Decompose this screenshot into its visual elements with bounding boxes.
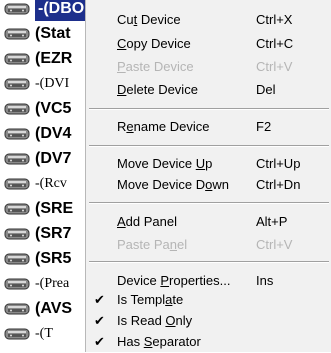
checkmark-icon: ✔ <box>94 313 105 328</box>
checkmark-icon: ✔ <box>94 292 105 307</box>
device-rack-icon <box>4 27 30 41</box>
tree-item-label: (DV7 <box>35 150 72 167</box>
tree-item-label: (DV4 <box>35 125 72 142</box>
device-rack-icon <box>4 327 30 341</box>
device-rack-icon <box>4 77 30 91</box>
menu-item-has-separator[interactable]: ✔ Has Separator <box>86 331 331 353</box>
shortcut-cut: Ctrl+X <box>256 12 293 27</box>
device-rack-icon <box>4 252 30 266</box>
shortcut-move-down: Ctrl+Dn <box>256 177 301 192</box>
tree-item-label: (SRE <box>35 200 74 217</box>
tree-item-label: (VC5 <box>35 100 72 117</box>
tree-item-label: -(T <box>35 326 53 341</box>
context-menu: Cut Device Ctrl+X Copy Device Ctrl+C Pas… <box>85 0 331 352</box>
menu-item-paste-panel: Paste Panel Ctrl+V <box>86 234 331 256</box>
tree-item-label: -(DVI <box>35 76 70 91</box>
device-rack-icon <box>4 202 30 216</box>
menu-item-add-panel[interactable]: Add Panel Alt+P <box>86 211 331 233</box>
menu-item-cut-device[interactable]: Cut Device Ctrl+X <box>86 9 331 31</box>
device-rack-icon <box>4 152 30 166</box>
tree-item-label: (EZR <box>35 50 73 67</box>
checkmark-icon: ✔ <box>94 334 105 349</box>
shortcut-move-up: Ctrl+Up <box>256 156 301 171</box>
tree-item-label: (SR5 <box>35 250 72 267</box>
tree-item-label: (AVS <box>35 300 73 317</box>
shortcut-delete: Del <box>256 82 276 97</box>
shortcut-copy: Ctrl+C <box>256 36 294 51</box>
menu-separator <box>89 261 329 263</box>
menu-item-move-device-down[interactable]: Move Device Down Ctrl+Dn <box>86 174 331 196</box>
device-rack-icon <box>4 127 30 141</box>
tree-item-label: -(Prea <box>35 276 70 291</box>
tree-item-label: -(DBO <box>35 0 88 21</box>
device-rack-icon <box>4 277 30 291</box>
shortcut-rename: F2 <box>256 119 272 134</box>
shortcut-paste: Ctrl+V <box>256 59 293 74</box>
menu-item-rename-device[interactable]: Rename Device F2 <box>86 116 331 138</box>
menu-item-copy-device[interactable]: Copy Device Ctrl+C <box>86 33 331 55</box>
menu-separator <box>89 108 329 110</box>
menu-separator <box>89 202 329 204</box>
tree-item-label: (SR7 <box>35 225 72 242</box>
menu-item-delete-device[interactable]: Delete Device Del <box>86 79 331 101</box>
menu-item-move-device-up[interactable]: Move Device Up Ctrl+Up <box>86 153 331 175</box>
device-rack-icon <box>4 302 30 316</box>
shortcut-paste-panel: Ctrl+V <box>256 237 293 252</box>
menu-item-is-template[interactable]: ✔ Is Template <box>86 289 331 311</box>
device-rack-icon <box>4 2 30 16</box>
device-rack-icon <box>4 177 30 191</box>
menu-separator <box>89 145 329 147</box>
device-rack-icon <box>4 52 30 66</box>
menu-item-is-read-only[interactable]: ✔ Is Read Only <box>86 310 331 332</box>
device-rack-icon <box>4 102 30 116</box>
tree-item-label: -(Rcv <box>35 176 67 191</box>
menu-item-paste-device: Paste Device Ctrl+V <box>86 56 331 78</box>
device-rack-icon <box>4 227 30 241</box>
tree-item-label: (Stat <box>35 25 71 42</box>
shortcut-add-panel: Alt+P <box>256 214 288 229</box>
